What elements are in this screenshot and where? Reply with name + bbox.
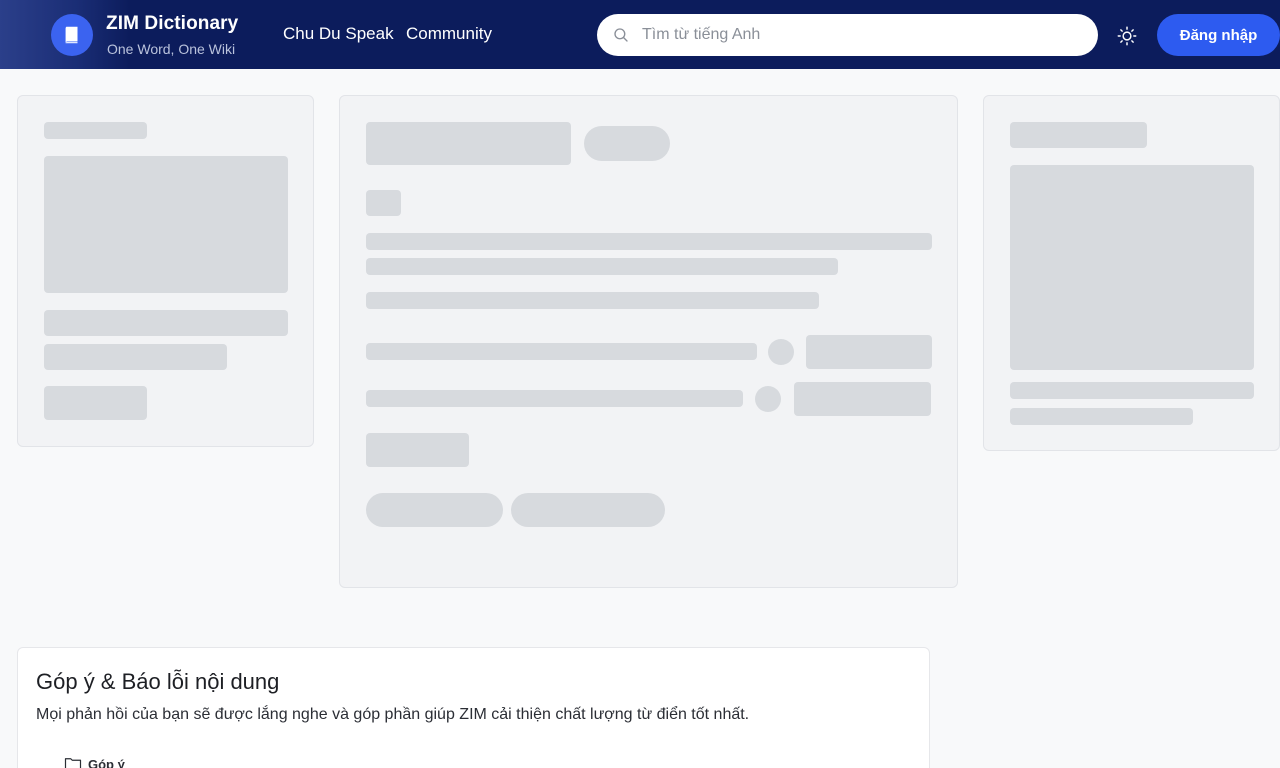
skeleton-image — [44, 156, 288, 293]
brand-title[interactable]: ZIM Dictionary — [106, 13, 238, 35]
skeleton-block — [794, 382, 931, 416]
sun-icon — [1117, 26, 1137, 46]
skeleton-line — [366, 292, 819, 309]
feedback-description: Mọi phản hồi của bạn sẽ được lắng nghe v… — [36, 706, 750, 723]
top-header: ZIM Dictionary One Word, One Wiki Chu Du… — [0, 0, 1280, 69]
skeleton-line — [44, 310, 288, 336]
skeleton-icon — [768, 339, 794, 365]
skeleton-line — [1010, 382, 1254, 399]
skeleton-button — [44, 386, 147, 420]
skeleton-block — [806, 335, 932, 369]
search-icon — [611, 25, 631, 45]
nav-chu-du-speak[interactable]: Chu Du Speak — [283, 24, 394, 44]
skeleton-line — [366, 343, 757, 360]
skeleton-line — [44, 344, 227, 370]
skeleton-line — [1010, 408, 1193, 425]
logo[interactable] — [51, 14, 93, 56]
feedback-section: Góp ý & Báo lỗi nội dung Mọi phản hồi củ… — [17, 647, 930, 768]
skeleton-line — [44, 122, 147, 139]
skeleton-line — [1010, 122, 1147, 148]
left-skeleton-card — [17, 95, 314, 447]
feedback-title: Góp ý & Báo lỗi nội dung — [36, 669, 280, 694]
search-box[interactable] — [597, 14, 1098, 56]
feedback-tab-label: Góp ý — [88, 756, 125, 768]
brand-subtitle: One Word, One Wiki — [107, 41, 236, 57]
right-skeleton-card — [983, 95, 1280, 451]
search-input[interactable] — [642, 26, 1062, 44]
book-icon — [65, 26, 78, 44]
nav-community[interactable]: Community — [406, 24, 492, 44]
skeleton-line — [366, 233, 932, 250]
folder-icon — [64, 758, 82, 768]
skeleton-line — [366, 390, 743, 407]
skeleton-pill — [366, 493, 503, 527]
theme-toggle[interactable] — [1115, 24, 1139, 48]
skeleton-button — [366, 433, 469, 467]
skeleton-title — [366, 122, 571, 165]
main-skeleton-card — [339, 95, 958, 588]
skeleton-icon — [755, 386, 781, 412]
skeleton-line — [366, 258, 838, 275]
skeleton-image — [1010, 165, 1254, 370]
skeleton-badge — [584, 126, 670, 161]
login-button[interactable]: Đăng nhập — [1157, 14, 1280, 56]
skeleton-line — [366, 190, 401, 216]
feedback-tab-gop-y[interactable]: Góp ý — [64, 756, 125, 768]
skeleton-pill — [511, 493, 665, 527]
